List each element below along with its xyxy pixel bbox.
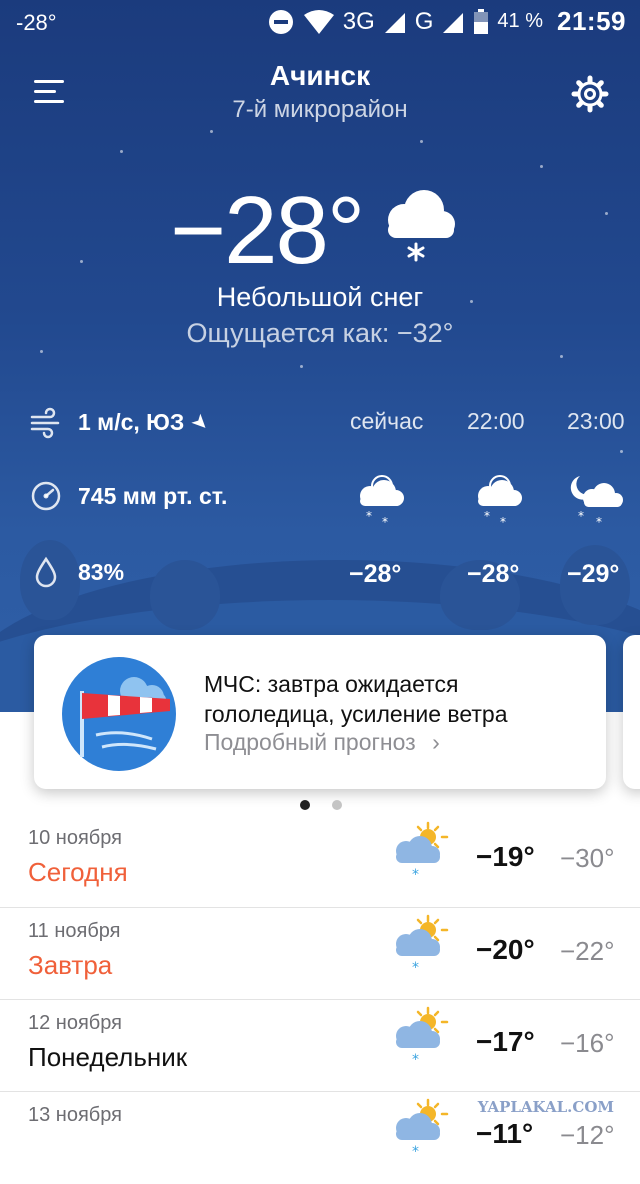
watermark: YAPLAKAL.COM — [477, 1098, 614, 1116]
forecast-date: 13 ноября — [28, 1104, 122, 1126]
alert-card[interactable]: МЧС: завтра ожидается гололедица, усилен… — [34, 635, 606, 789]
star — [605, 212, 608, 215]
star — [560, 355, 563, 358]
cloud-snow-night-icon: * * — [478, 475, 522, 526]
network-type-label: 3G — [342, 7, 375, 35]
star — [540, 165, 543, 168]
forecast-date: 10 ноября — [28, 827, 122, 849]
star — [80, 260, 83, 263]
forecast-high-temp: −17° — [476, 1026, 535, 1057]
battery-icon — [474, 8, 489, 34]
forecast-low-temp: −22° — [560, 936, 615, 966]
svg-text:*: * — [412, 1052, 419, 1066]
star — [620, 450, 623, 453]
forecast-low-temp: −12° — [560, 1120, 615, 1150]
clock: 21:59 — [557, 6, 626, 36]
forecast-high-temp: −19° — [476, 841, 535, 872]
signal-icon — [384, 12, 405, 33]
status-bar: -28° 3G G 41 % 21:59 — [0, 0, 640, 44]
detailed-forecast-label: Подробный прогноз — [204, 729, 416, 755]
forecast-day-name: Сегодня — [28, 857, 128, 887]
star — [210, 130, 213, 133]
star — [120, 150, 123, 153]
humidity-value: 83% — [78, 558, 125, 585]
wind-value: 1 м/с, ЮЗ — [78, 408, 185, 435]
star — [40, 350, 43, 353]
star — [300, 365, 303, 368]
background-tree — [150, 560, 220, 630]
pressure-gauge-icon — [31, 481, 61, 511]
forecast-day-name: Завтра — [28, 950, 113, 980]
forecast-low-temp: −30° — [560, 843, 615, 873]
forecast-day-name: Понедельник — [28, 1042, 188, 1072]
moon-cloud-snow-icon: * * — [570, 476, 623, 526]
sun-cloud-snow-icon: * — [396, 914, 449, 974]
svg-text:*: * — [596, 515, 602, 526]
do-not-disturb-icon — [268, 9, 293, 34]
battery-percent: 41 % — [497, 10, 543, 32]
feels-like: Ощущается как: −32° — [186, 318, 454, 348]
svg-text:*: * — [500, 515, 506, 526]
cloud-snow-night-icon: * * — [360, 475, 404, 526]
star — [420, 140, 423, 143]
forecast-day-row[interactable]: 11 ноября Завтра * −20° −22° — [0, 907, 640, 1000]
svg-text:*: * — [578, 509, 584, 523]
city-name[interactable]: Ачинск — [0, 60, 640, 92]
hourly-temperature: −28° — [467, 560, 520, 588]
carousel-indicator — [300, 800, 342, 810]
svg-text:*: * — [412, 867, 419, 881]
sun-cloud-snow-icon: * — [396, 1098, 449, 1158]
forecast-date: 12 ноября — [28, 1012, 122, 1034]
network-type-label: G — [414, 7, 434, 35]
cloud-snow-icon — [388, 190, 455, 262]
humidity-detail: 83% — [28, 554, 124, 590]
forecast-day-row[interactable]: 10 ноября Сегодня * −19° −30° — [0, 815, 640, 907]
svg-text:*: * — [366, 509, 372, 523]
pressure-detail: 745 мм рт. ст. — [28, 478, 227, 514]
carousel-dot-active — [300, 800, 310, 810]
sun-cloud-snow-icon: * — [396, 821, 449, 881]
svg-text:*: * — [412, 960, 419, 974]
hourly-time-label: 22:00 — [467, 408, 525, 434]
wifi-icon — [303, 9, 334, 34]
status-temperature: -28° — [16, 10, 57, 35]
detailed-forecast-link[interactable]: Подробный прогноз › — [204, 729, 440, 756]
chevron-right-icon: › — [432, 729, 440, 755]
pressure-value: 745 мм рт. ст. — [78, 482, 228, 509]
forecast-high-temp: −11° — [476, 1118, 534, 1149]
wind-detail: 1 м/с, ЮЗ ➤ — [28, 404, 214, 440]
forecast-high-temp: −20° — [476, 934, 535, 965]
svg-text:*: * — [484, 509, 490, 523]
hourly-time-label: сейчас — [350, 408, 424, 434]
sun-cloud-snow-icon: * — [396, 1006, 449, 1066]
windsock-icon — [62, 657, 176, 771]
droplet-icon — [35, 556, 57, 588]
district-name[interactable]: 7-й микрорайон — [0, 96, 640, 124]
weather-condition: Небольшой снег — [216, 282, 424, 312]
carousel-dot — [332, 800, 342, 810]
hourly-temperature: −28° — [349, 560, 402, 588]
signal-icon — [443, 12, 464, 33]
svg-text:*: * — [412, 1144, 419, 1158]
wind-icon — [30, 407, 60, 439]
current-temperature: −28° — [170, 177, 365, 284]
hourly-temperature: −29° — [567, 560, 620, 588]
forecast-date: 11 ноября — [28, 920, 121, 942]
svg-text:*: * — [382, 515, 388, 526]
forecast-low-temp: −16° — [560, 1028, 615, 1058]
alert-text: МЧС: завтра ожидается гололедица, усилен… — [204, 671, 508, 727]
forecast-day-row[interactable]: 12 ноября Понедельник * −17° −16° — [0, 999, 640, 1092]
gear-icon[interactable] — [570, 74, 610, 114]
next-card-peek[interactable] — [623, 635, 640, 789]
hourly-time-label: 23:00 — [567, 408, 625, 434]
